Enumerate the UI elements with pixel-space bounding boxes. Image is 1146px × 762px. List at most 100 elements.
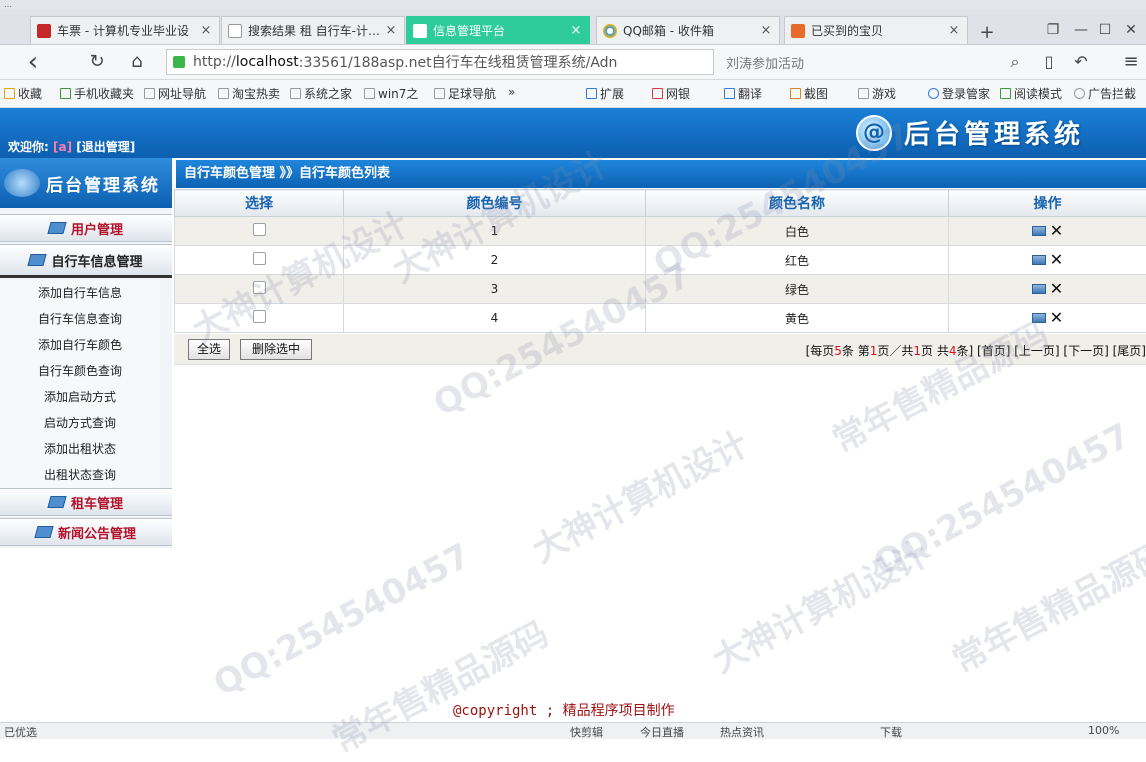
translate-icon <box>724 88 735 99</box>
edit-icon[interactable] <box>1032 226 1046 236</box>
color-name: 黄色 <box>646 304 949 333</box>
row-checkbox[interactable] <box>253 310 266 323</box>
select-all-button[interactable]: 全选 <box>188 339 230 360</box>
color-id: 4 <box>344 304 646 333</box>
edit-icon[interactable] <box>1032 284 1046 294</box>
menu-icon <box>47 222 66 234</box>
page-icon <box>144 88 155 99</box>
color-name: 红色 <box>646 246 949 275</box>
sidebar-item-start-method-query[interactable]: 启动方式查询 <box>0 410 160 437</box>
username: [a] <box>53 140 72 154</box>
refresh-button[interactable]: ↻ <box>86 51 108 73</box>
document-icon <box>228 24 242 38</box>
page-icon <box>218 88 229 99</box>
ext-adblock[interactable]: 广告拦截 <box>1074 85 1136 102</box>
close-icon[interactable]: × <box>569 23 583 38</box>
table-action-bar: 全选 删除选中 [每页5条 第1页／共1页 共4条] [首页] [上一页] [下… <box>174 334 1146 365</box>
bookmark-football[interactable]: 足球导航 <box>434 85 496 102</box>
close-icon[interactable]: × <box>384 23 398 38</box>
window-close-button[interactable]: ✕ <box>1120 22 1142 42</box>
restore-icon[interactable]: ❐ <box>1042 22 1064 42</box>
bookmark-win7[interactable]: win7之 <box>364 85 418 102</box>
home-button[interactable]: ⌂ <box>126 51 148 73</box>
tab-info-platform[interactable]: 信息管理平台 × <box>406 16 590 44</box>
delete-icon[interactable]: ✕ <box>1050 282 1063 296</box>
system-title: 后台管理系统 <box>904 114 1084 151</box>
edit-icon[interactable] <box>1032 255 1046 265</box>
first-page-link[interactable]: [首页] <box>977 344 1010 358</box>
sidebar-item-rent-status-query[interactable]: 出租状态查询 <box>0 462 160 489</box>
status-bar: 已优选 快剪辑 今日直播 热点资讯 下载 100% <box>0 722 1146 739</box>
browser-logo-icon <box>603 24 617 38</box>
mobile-icon[interactable]: ▯ <box>1038 51 1060 73</box>
bank-icon <box>652 88 663 99</box>
edit-icon[interactable] <box>1032 313 1046 323</box>
ext-reading-mode[interactable]: 阅读模式 <box>1000 85 1062 102</box>
row-checkbox[interactable] <box>253 281 266 294</box>
prev-page-link[interactable]: [上一页] <box>1014 344 1059 358</box>
bookmark-mobile[interactable]: 手机收藏夹 <box>60 85 134 102</box>
bookmark-favorites[interactable]: 收藏 <box>4 85 42 102</box>
close-icon[interactable]: × <box>199 23 213 38</box>
maximize-button[interactable]: ☐ <box>1094 22 1116 42</box>
sidebar-item-add-color[interactable]: 添加自行车颜色 <box>0 332 160 359</box>
sidebar: 后台管理系统 用户管理 自行车信息管理 添加自行车信息 自行车信息查询 添加自行… <box>0 158 172 548</box>
tab-train-ticket[interactable]: 车票 - 计算机专业毕业设 × <box>30 16 220 44</box>
ext-screenshot[interactable]: 截图 <box>790 85 828 102</box>
ext-extensions[interactable]: 扩展 <box>586 85 624 102</box>
page-icon <box>290 88 301 99</box>
menu-icon <box>28 254 47 266</box>
ext-bank[interactable]: 网银 <box>652 85 690 102</box>
menu-icon[interactable]: ≡ <box>1120 51 1142 73</box>
sidebar-group-bike-info[interactable]: 自行车信息管理 <box>0 244 172 278</box>
gamepad-icon <box>858 88 869 99</box>
last-page-link[interactable]: [尾页] <box>1113 344 1146 358</box>
minimize-button[interactable]: — <box>1070 22 1092 42</box>
close-icon[interactable]: × <box>947 23 961 38</box>
delete-icon[interactable]: ✕ <box>1050 311 1063 325</box>
row-checkbox[interactable] <box>253 252 266 265</box>
bookmark-nav[interactable]: 网址导航 <box>144 85 206 102</box>
ext-login-manager[interactable]: 登录管家 <box>928 85 990 102</box>
undo-icon[interactable]: ↶ <box>1070 51 1092 73</box>
color-name: 白色 <box>646 217 949 246</box>
user-icon <box>928 88 939 99</box>
logout-link[interactable]: [退出管理] <box>76 140 135 154</box>
new-tab-button[interactable]: + <box>976 22 998 44</box>
sidebar-item-bike-query[interactable]: 自行车信息查询 <box>0 306 160 333</box>
bookmark-system[interactable]: 系统之家 <box>290 85 352 102</box>
star-icon <box>4 88 15 99</box>
row-checkbox[interactable] <box>253 223 266 236</box>
watermark: 大神计算机设计 <box>702 527 935 682</box>
document-icon <box>413 24 427 38</box>
search-icon[interactable]: ⌕ <box>1004 51 1026 73</box>
search-input[interactable]: 刘涛参加活动 <box>718 49 1028 75</box>
next-page-link[interactable]: [下一页] <box>1063 344 1108 358</box>
delete-icon[interactable]: ✕ <box>1050 253 1063 267</box>
sidebar-group-news[interactable]: 新闻公告管理 <box>0 518 172 546</box>
address-bar[interactable]: http://localhost:33561/188asp.net自行车在线租赁… <box>166 49 714 75</box>
ext-translate[interactable]: 翻译 <box>724 85 762 102</box>
grid-icon <box>586 88 597 99</box>
sidebar-item-add-start-method[interactable]: 添加启动方式 <box>0 384 160 411</box>
bookmarks-more[interactable]: » <box>508 85 515 99</box>
zoom-level[interactable]: 100% <box>1088 724 1119 737</box>
sidebar-item-add-bike[interactable]: 添加自行车信息 <box>0 280 160 307</box>
browser-tab-bar: 车票 - 计算机专业毕业设 × 搜索结果 租 自行车-计… × 信息管理平台 ×… <box>0 10 1146 45</box>
tab-qq-mail[interactable]: QQ邮箱 - 收件箱 × <box>596 16 780 44</box>
delete-selected-button[interactable]: 删除选中 <box>240 339 312 360</box>
ext-games[interactable]: 游戏 <box>858 85 896 102</box>
sidebar-group-users[interactable]: 用户管理 <box>0 214 172 242</box>
sidebar-item-add-rent-status[interactable]: 添加出租状态 <box>0 436 160 463</box>
back-button[interactable]: ‹ <box>22 51 44 73</box>
delete-icon[interactable]: ✕ <box>1050 224 1063 238</box>
sidebar-item-color-query[interactable]: 自行车颜色查询 <box>0 358 160 385</box>
tab-purchased[interactable]: 已买到的宝贝 × <box>784 16 968 44</box>
watermark: 常年售精品源码 <box>942 527 1146 682</box>
sidebar-group-rental[interactable]: 租车管理 <box>0 488 172 516</box>
close-icon[interactable]: × <box>759 23 773 38</box>
block-icon <box>1074 88 1085 99</box>
bookmark-taobao[interactable]: 淘宝热卖 <box>218 85 280 102</box>
tab-search-results[interactable]: 搜索结果 租 自行车-计… × <box>221 16 405 44</box>
table-row: 1 白色 ✕ <box>175 217 1146 246</box>
